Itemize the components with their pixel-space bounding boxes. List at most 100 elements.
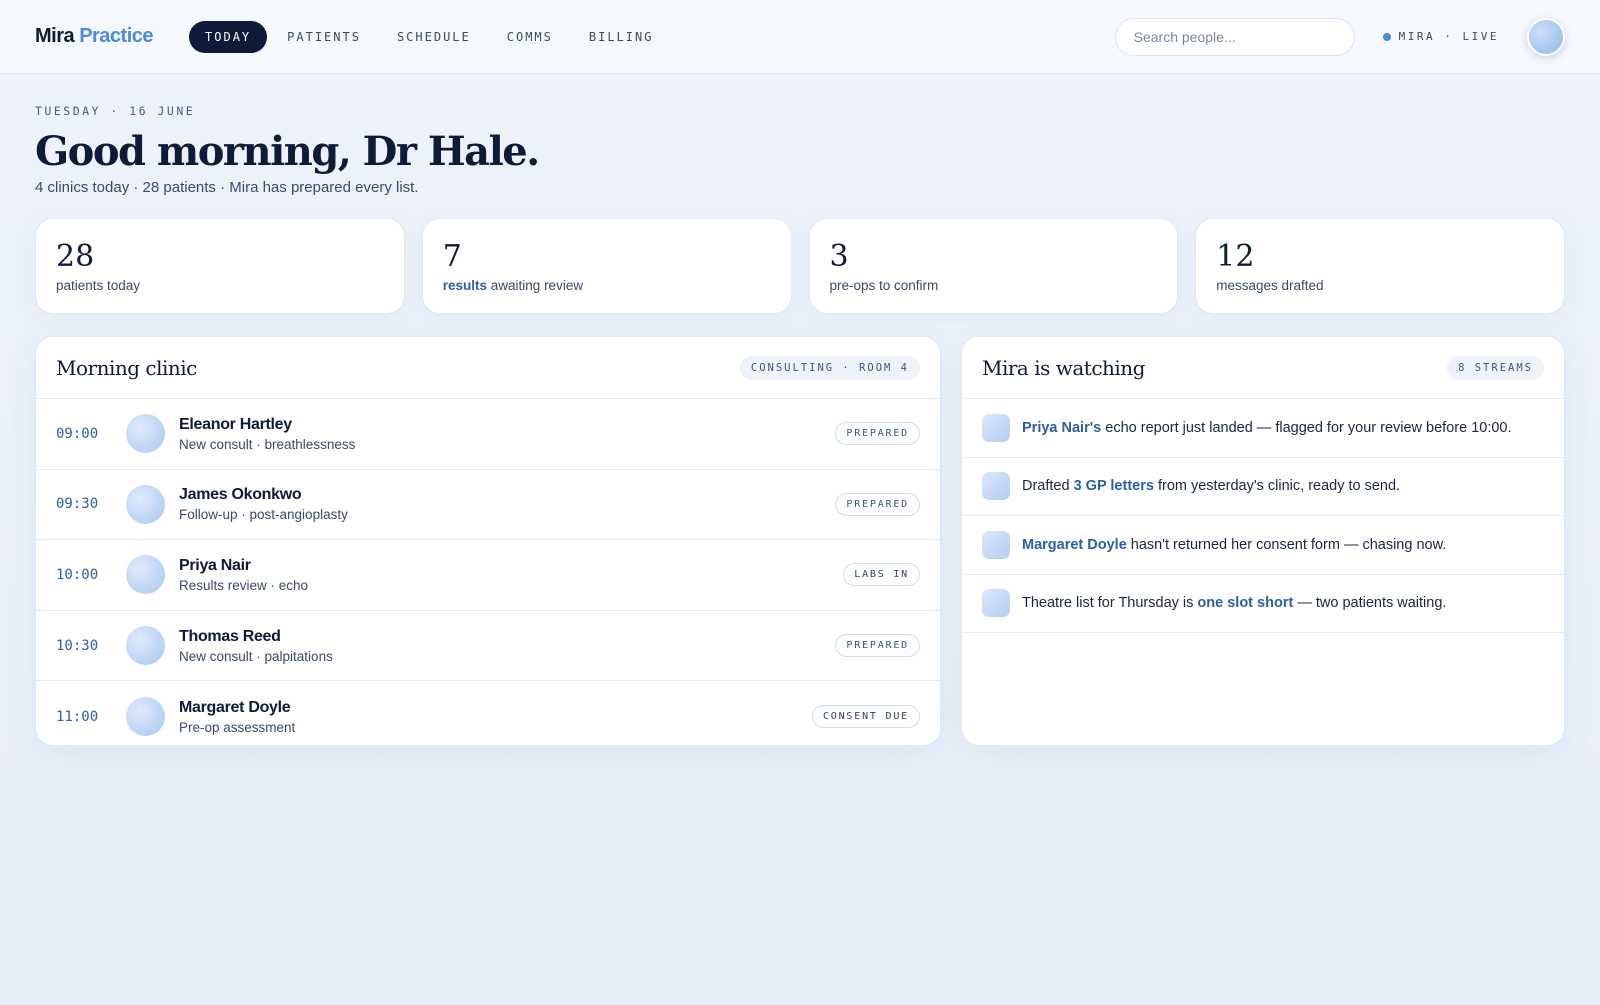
- stat-card-patients[interactable]: 28 patients today: [35, 218, 405, 314]
- live-status: MIRA · LIVE: [1382, 30, 1499, 43]
- mira-watching-panel: Mira is watching 8 STREAMS Priya Nair's …: [961, 336, 1565, 746]
- patient-reason: Pre-op assessment: [179, 719, 296, 735]
- stat-label: messages drafted: [1216, 278, 1544, 293]
- stat-label: pre-ops to confirm: [830, 278, 1158, 293]
- search-input[interactable]: [1114, 17, 1355, 56]
- morning-clinic-panel: Morning clinic CONSULTING · ROOM 4 09:00…: [35, 336, 941, 746]
- panel-header: Morning clinic CONSULTING · ROOM 4: [36, 337, 940, 399]
- activity-item[interactable]: Margaret Doyle hasn't returned her conse…: [962, 516, 1564, 575]
- patient-info: Eleanor Hartley New consult · breathless…: [179, 416, 835, 452]
- activity-link[interactable]: one slot short: [1197, 595, 1293, 611]
- patient-reason: Follow-up · post-angioplasty: [179, 507, 348, 523]
- status-badge: PREPARED: [835, 634, 920, 658]
- nav-tab-today[interactable]: TODAY: [189, 20, 268, 53]
- stat-card-results[interactable]: 7 results awaiting review: [421, 218, 792, 314]
- activity-text: Theatre list for Thursday is one slot sh…: [1022, 595, 1446, 611]
- appointment-time: 09:30: [56, 496, 99, 513]
- activity-item[interactable]: Drafted 3 GP letters from yesterday's cl…: [962, 458, 1564, 516]
- activity-icon: [982, 472, 1010, 501]
- patient-name: Priya Nair: [179, 556, 251, 574]
- nav-tab-patients[interactable]: PATIENTS: [271, 21, 377, 53]
- appointment-time: 09:00: [56, 425, 99, 442]
- user-avatar[interactable]: [1527, 17, 1565, 56]
- activity-link[interactable]: Priya Nair's: [1022, 420, 1101, 436]
- patient-info: Thomas Reed New consult · palpitations: [179, 628, 835, 664]
- top-bar: Mira Practice TODAY PATIENTS SCHEDULE CO…: [0, 0, 1600, 74]
- stat-label: results awaiting review: [443, 278, 771, 293]
- page-title: Good morning, Dr Hale.: [35, 128, 540, 175]
- stat-value: 3: [829, 239, 849, 274]
- status-badge: PREPARED: [835, 492, 920, 516]
- patient-name: Eleanor Hartley: [179, 415, 292, 433]
- panel-title: Mira is watching: [982, 355, 1145, 380]
- patient-reason: New consult · breathlessness: [179, 436, 356, 452]
- stat-card-preops[interactable]: 3 pre-ops to confirm: [808, 218, 1179, 314]
- status-badge: LABS IN: [843, 563, 920, 587]
- activity-item[interactable]: Priya Nair's echo report just landed — f…: [962, 399, 1564, 458]
- activity-icon: [982, 589, 1010, 618]
- patient-info: Priya Nair Results review · echo: [179, 557, 843, 593]
- patient-reason: New consult · palpitations: [179, 648, 333, 664]
- activity-text-pre: Drafted: [1022, 478, 1074, 495]
- patient-reason: Results review · echo: [179, 577, 309, 593]
- nav-tab-billing[interactable]: BILLING: [573, 21, 670, 53]
- patient-avatar: [126, 414, 165, 454]
- activity-text-pre: Theatre list for Thursday is: [1022, 595, 1198, 612]
- date-label: TUESDAY · 16 JUNE: [35, 104, 196, 118]
- nav-tab-comms[interactable]: COMMS: [491, 21, 569, 53]
- stat-value: 28: [56, 239, 95, 274]
- panel-header: Mira is watching 8 STREAMS: [962, 337, 1564, 399]
- patient-info: Margaret Doyle Pre-op assessment: [179, 699, 812, 735]
- appointment-time: 10:30: [56, 637, 99, 654]
- stats-row: 28 patients today 7 results awaiting rev…: [35, 218, 1565, 314]
- appointment-row[interactable]: 10:00 Priya Nair Results review · echo L…: [36, 540, 940, 611]
- main-nav: TODAY PATIENTS SCHEDULE COMMS BILLING: [189, 20, 670, 53]
- stat-label-text: messages drafted: [1216, 278, 1324, 293]
- activity-icon: [982, 413, 1010, 442]
- patient-name: James Okonkwo: [179, 486, 302, 504]
- appointment-row[interactable]: 11:00 Margaret Doyle Pre-op assessment C…: [36, 681, 940, 745]
- patient-avatar: [126, 555, 165, 595]
- activity-text: Margaret Doyle hasn't returned her conse…: [1022, 537, 1446, 553]
- activity-text-post: — two patients waiting.: [1293, 595, 1447, 612]
- stat-card-messages[interactable]: 12 messages drafted: [1195, 218, 1565, 314]
- stat-label-text: awaiting review: [487, 278, 584, 293]
- stat-value: 7: [442, 239, 462, 274]
- room-badge: CONSULTING · ROOM 4: [739, 355, 920, 380]
- patient-name: Margaret Doyle: [179, 698, 291, 716]
- activity-text-post: echo report just landed — flagged for yo…: [1101, 419, 1512, 436]
- appointment-row[interactable]: 10:30 Thomas Reed New consult · palpitat…: [36, 611, 940, 682]
- activity-text: Priya Nair's echo report just landed — f…: [1022, 420, 1512, 436]
- streams-badge: 8 STREAMS: [1447, 355, 1544, 380]
- appointment-row[interactable]: 09:00 Eleanor Hartley New consult · brea…: [36, 399, 940, 470]
- nav-tab-schedule[interactable]: SCHEDULE: [381, 21, 487, 53]
- panel-title: Morning clinic: [56, 355, 197, 380]
- stat-label-strong: results: [442, 278, 488, 293]
- appointment-row[interactable]: 09:30 James Okonkwo Follow-up · post-ang…: [36, 470, 940, 541]
- app-logo[interactable]: Mira Practice: [35, 25, 154, 48]
- appointment-time: 10:00: [56, 566, 99, 583]
- logo-text-main: Mira: [35, 25, 75, 47]
- activity-icon: [982, 530, 1010, 559]
- main-content: TUESDAY · 16 JUNE Good morning, Dr Hale.…: [0, 104, 1600, 746]
- status-badge: PREPARED: [835, 422, 920, 446]
- stat-label: patients today: [56, 278, 384, 293]
- live-dot-icon: [1382, 32, 1391, 41]
- patient-info: James Okonkwo Follow-up · post-angioplas…: [179, 486, 835, 522]
- panels-row: Morning clinic CONSULTING · ROOM 4 09:00…: [35, 336, 1565, 746]
- live-status-text: MIRA · LIVE: [1398, 30, 1499, 43]
- activity-link[interactable]: 3 GP letters: [1074, 478, 1154, 494]
- activity-item[interactable]: Theatre list for Thursday is one slot sh…: [962, 575, 1564, 633]
- activity-text: Drafted 3 GP letters from yesterday's cl…: [1022, 478, 1400, 494]
- stat-label-text: patients today: [56, 278, 141, 293]
- status-badge: CONSENT DUE: [811, 705, 920, 729]
- stat-value: 12: [1216, 239, 1255, 274]
- patient-avatar: [126, 697, 165, 737]
- page-subtitle: 4 clinics today · 28 patients · Mira has…: [35, 179, 419, 196]
- activity-text-post: from yesterday's clinic, ready to send.: [1153, 478, 1401, 495]
- patient-avatar: [126, 626, 165, 666]
- activity-text-post: hasn't returned her consent form — chasi…: [1126, 536, 1447, 553]
- activity-link[interactable]: Margaret Doyle: [1022, 537, 1127, 553]
- stat-label-text: pre-ops to confirm: [829, 278, 939, 293]
- logo-text-accent: Practice: [79, 25, 154, 47]
